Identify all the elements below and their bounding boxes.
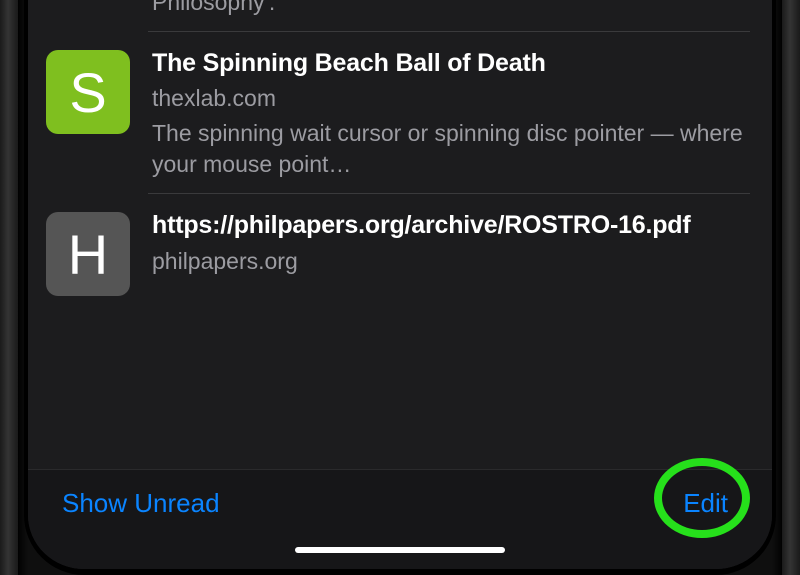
site-icon-letter: H — [68, 222, 108, 287]
list-item[interactable]: H https://philpapers.org/archive/ROSTRO-… — [28, 194, 772, 310]
phone-screen: Harsh criticism of Alain Badiou's 'The A… — [24, 0, 776, 575]
list-item[interactable]: Harsh criticism of Alain Badiou's 'The A… — [28, 0, 772, 32]
site-icon-tile: S — [46, 50, 130, 134]
list-item-body: Harsh criticism of Alain Badiou's 'The A… — [152, 0, 750, 18]
list-item-body: https://philpapers.org/archive/ROSTRO-16… — [152, 208, 750, 280]
item-description: The spinning wait cursor or spinning dis… — [152, 118, 750, 180]
item-domain: thexlab.com — [152, 83, 750, 114]
show-unread-button[interactable]: Show Unread — [62, 488, 220, 519]
list-item[interactable]: S The Spinning Beach Ball of Death thexl… — [28, 32, 772, 194]
bottom-toolbar: Show Unread Edit — [28, 469, 772, 569]
phone-bezel-left — [0, 0, 18, 575]
home-indicator[interactable] — [295, 547, 505, 553]
item-title: The Spinning Beach Ball of Death — [152, 48, 750, 79]
reading-list: Harsh criticism of Alain Badiou's 'The A… — [28, 0, 772, 469]
item-description: Harsh criticism of Alain Badiou's 'The A… — [152, 0, 750, 18]
item-domain: philpapers.org — [152, 246, 750, 277]
edit-button[interactable]: Edit — [683, 488, 728, 519]
site-icon-letter: S — [69, 60, 106, 125]
list-item-body: The Spinning Beach Ball of Death thexlab… — [152, 46, 750, 180]
phone-bezel-right — [782, 0, 800, 575]
item-title: https://philpapers.org/archive/ROSTRO-16… — [152, 210, 750, 241]
site-icon-tile: H — [46, 212, 130, 296]
